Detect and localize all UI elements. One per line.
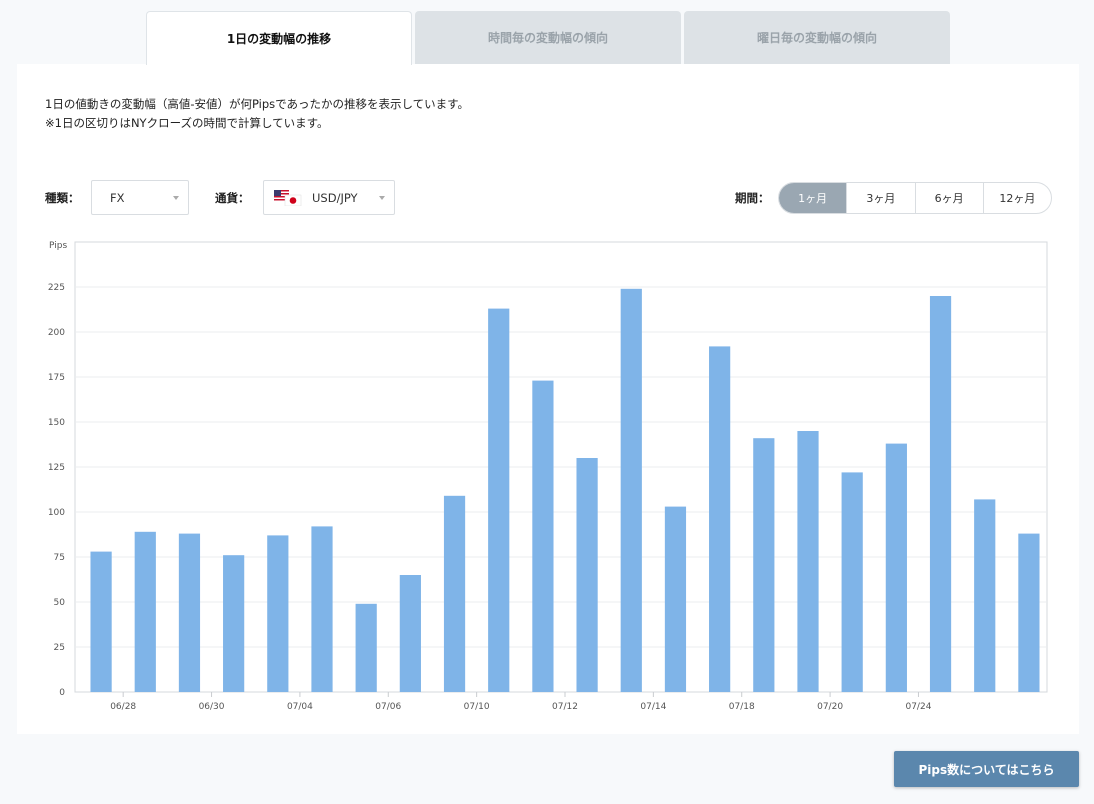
y-tick-label: 225 <box>48 283 65 293</box>
bar <box>709 346 731 692</box>
x-tick-label: 07/18 <box>729 702 755 712</box>
x-tick-label: 07/12 <box>552 702 578 712</box>
bar <box>134 531 156 692</box>
us-jp-flag-icon <box>274 190 302 206</box>
y-tick-label: 25 <box>54 643 65 653</box>
x-tick-label: 06/28 <box>110 702 136 712</box>
bar <box>223 555 245 692</box>
x-tick-label: 06/30 <box>199 702 225 712</box>
x-tick-label: 07/20 <box>817 702 843 712</box>
bar <box>841 472 863 692</box>
period-toggle: 1ヶ月 3ヶ月 6ヶ月 12ヶ月 <box>778 182 1052 214</box>
bar <box>488 308 510 692</box>
tab-hourly-trend[interactable]: 時間毎の変動幅の傾向 <box>415 11 681 64</box>
y-tick-label: 0 <box>59 688 65 698</box>
y-tick-label: 150 <box>48 418 65 428</box>
x-tick-label: 07/24 <box>905 702 931 712</box>
currency-select-value: USD/JPY <box>312 190 358 205</box>
bar <box>443 495 466 692</box>
bar <box>753 438 775 692</box>
y-tick-label: 125 <box>48 463 65 473</box>
bar <box>885 443 907 692</box>
x-tick-label: 07/04 <box>287 702 313 712</box>
bar <box>974 499 996 692</box>
period-1-month[interactable]: 1ヶ月 <box>779 183 847 213</box>
bar <box>929 296 952 692</box>
pips-info-button[interactable]: Pips数についてはこちら <box>894 751 1079 787</box>
x-tick-label: 07/10 <box>464 702 490 712</box>
chevron-down-icon <box>173 196 179 200</box>
bar <box>399 575 421 692</box>
bar <box>532 380 554 692</box>
bar <box>797 431 819 692</box>
type-label: 種類： <box>45 191 80 205</box>
y-tick-label: 200 <box>48 328 65 338</box>
y-tick-label: 175 <box>48 373 65 383</box>
bar <box>355 603 377 692</box>
bar <box>90 551 112 692</box>
y-tick-label: 100 <box>48 508 65 518</box>
bar <box>311 526 333 692</box>
description-line-1: 1日の値動きの変動幅（高値-安値）が何Pipsであったかの推移を表示しています。 <box>45 97 470 111</box>
y-axis-label: Pips <box>49 241 67 251</box>
bar <box>178 533 201 692</box>
description-line-2: ※1日の区切りはNYクローズの時間で計算しています。 <box>45 116 329 130</box>
daily-range-bar-chart: 0 25 50 75 100 125 150 175 200 225 Pips 06/28 06/30 0… <box>48 241 1048 712</box>
currency-label: 通貨： <box>215 191 250 205</box>
period-label: 期間： <box>735 191 770 205</box>
tab-daily-range[interactable]: 1日の変動幅の推移 <box>146 11 412 65</box>
period-3-months[interactable]: 3ヶ月 <box>846 183 914 213</box>
tab-weekday-trend[interactable]: 曜日毎の変動幅の傾向 <box>684 11 950 64</box>
y-tick-label: 50 <box>54 598 66 608</box>
chevron-down-icon <box>379 196 385 200</box>
currency-select[interactable]: USD/JPY <box>263 180 395 215</box>
bar <box>620 288 642 692</box>
y-tick-label: 75 <box>54 553 65 563</box>
chart-area: 0 25 50 75 100 125 150 175 200 225 Pips 06/28 06/30 0… <box>17 234 1079 734</box>
x-tick-label: 07/06 <box>375 702 401 712</box>
type-select[interactable]: FX <box>91 180 189 215</box>
bar <box>664 506 687 692</box>
bar <box>1018 533 1040 692</box>
description: 1日の値動きの変動幅（高値-安値）が何Pipsであったかの推移を表示しています。… <box>45 95 469 133</box>
type-select-value: FX <box>110 190 125 205</box>
x-tick-label: 07/14 <box>640 702 666 712</box>
bar <box>267 535 289 692</box>
content-panel: 1日の値動きの変動幅（高値-安値）が何Pipsであったかの推移を表示しています。… <box>17 64 1079 734</box>
period-6-months[interactable]: 6ヶ月 <box>914 183 983 213</box>
bar <box>576 458 598 692</box>
period-12-months[interactable]: 12ヶ月 <box>982 183 1051 213</box>
